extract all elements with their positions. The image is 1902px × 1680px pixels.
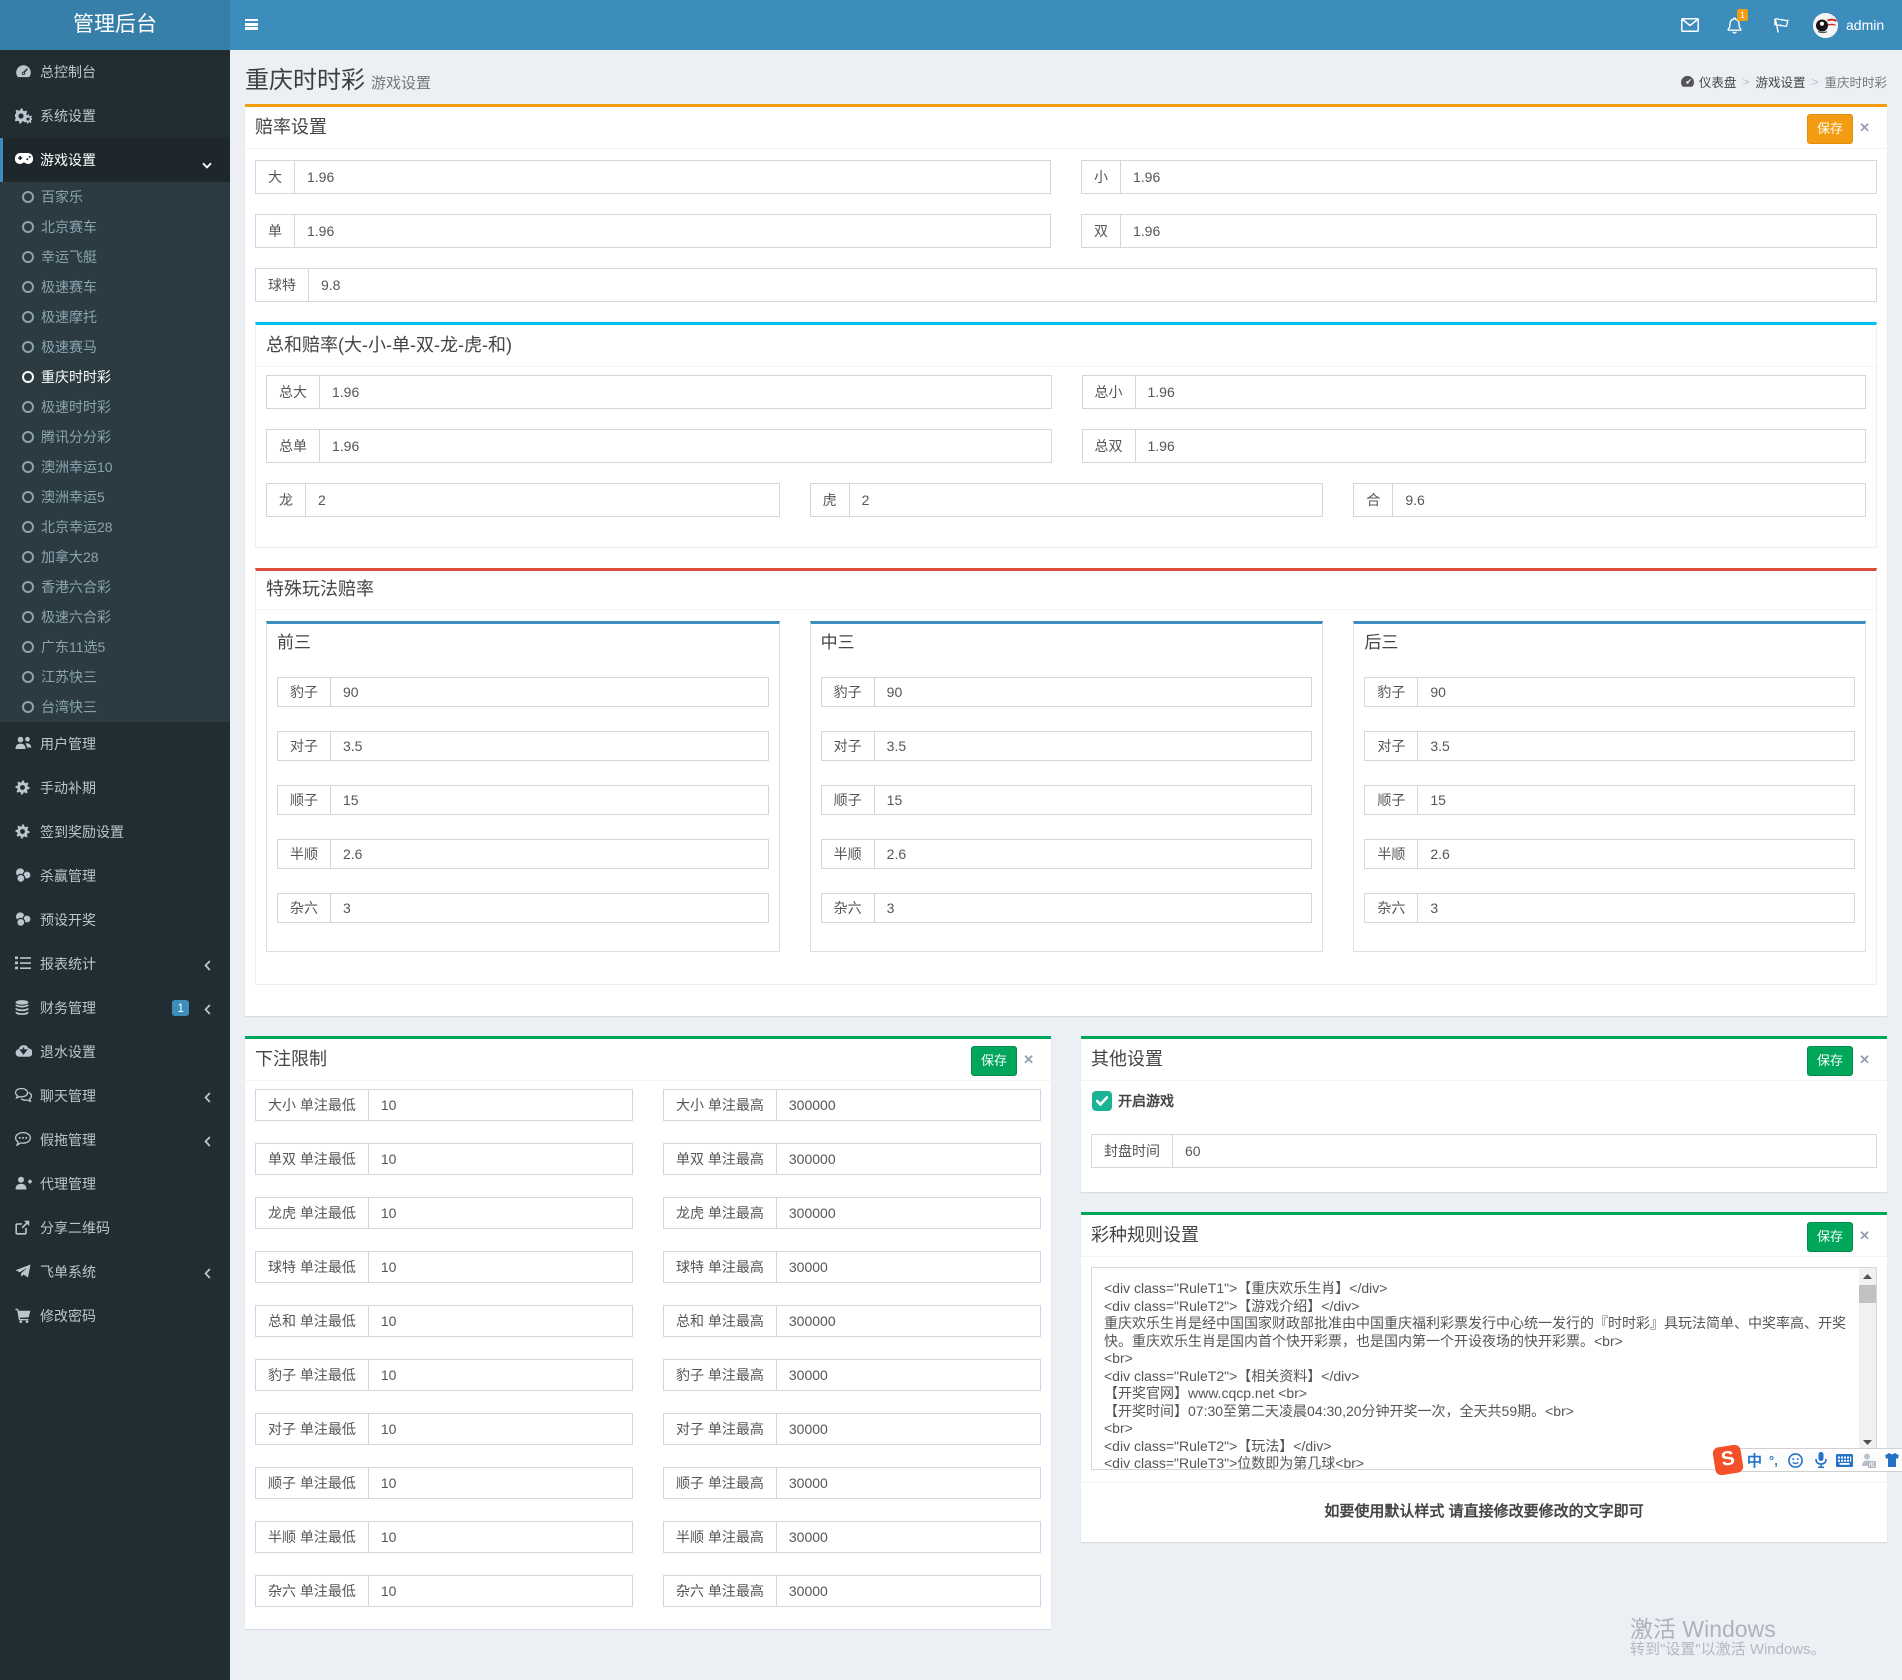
svg-text:19: 19 — [1869, 1462, 1875, 1468]
